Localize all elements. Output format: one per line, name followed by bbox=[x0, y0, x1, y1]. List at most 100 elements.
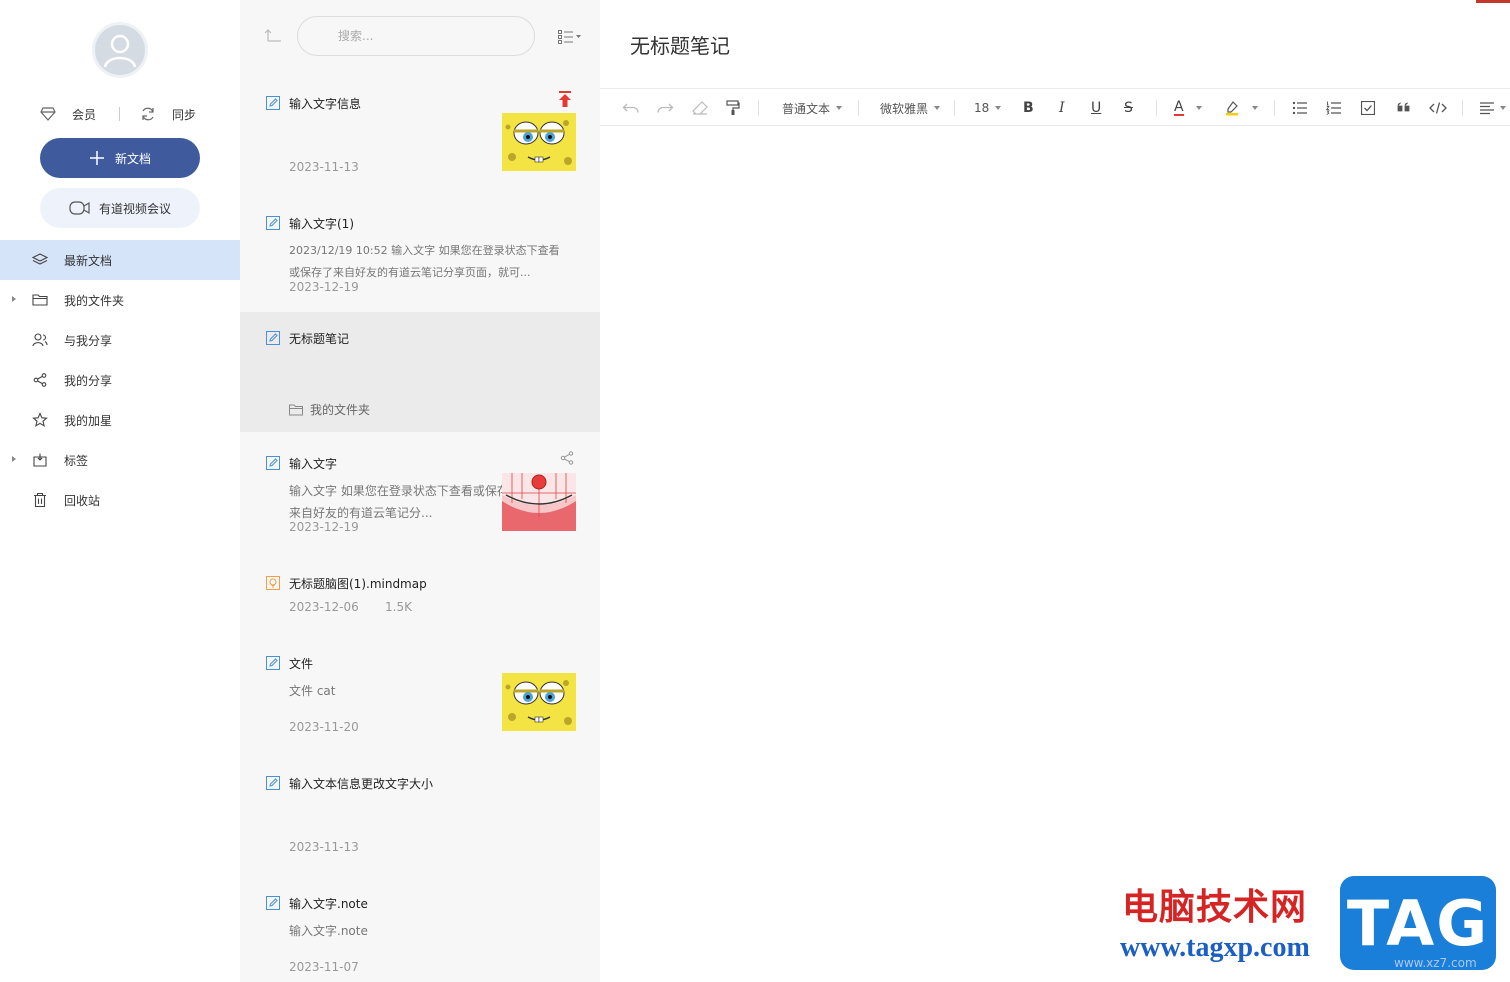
doc-date: 2023-12-06 bbox=[289, 600, 359, 614]
sidebar-item-my-folders[interactable]: 我的文件夹 bbox=[0, 280, 240, 320]
sync-button[interactable]: 同步 bbox=[140, 104, 196, 124]
doc-date: 2023-12-19 bbox=[289, 520, 359, 534]
new-doc-button[interactable]: 新文档 bbox=[40, 138, 200, 178]
doc-date: 2023-11-13 bbox=[289, 840, 359, 854]
font-color-button[interactable]: A bbox=[1174, 89, 1202, 127]
list-item[interactable]: 输入文字.note 输入文字.note 2023-11-07 bbox=[240, 880, 600, 982]
paragraph-style-select[interactable]: 普通文本 bbox=[782, 89, 843, 127]
diamond-icon bbox=[40, 107, 56, 121]
list-item[interactable]: 输入文字信息 2023-11-13 bbox=[240, 80, 600, 200]
sidebar-item-label: 我的分享 bbox=[64, 373, 113, 388]
new-doc-label: 新文档 bbox=[114, 151, 151, 166]
watermark-site-name: 电脑技术网 bbox=[1122, 886, 1308, 928]
chevron-down-icon bbox=[934, 106, 941, 110]
avatar[interactable] bbox=[92, 22, 148, 78]
sidebar-item-starred[interactable]: 我的加星 bbox=[0, 400, 240, 440]
font-size-value: 18 bbox=[974, 101, 990, 115]
checkbox-icon bbox=[1361, 101, 1375, 115]
underline-button[interactable]: U bbox=[1091, 89, 1101, 127]
note-title[interactable]: 无标题笔记 bbox=[630, 30, 730, 59]
expand-caret-icon[interactable] bbox=[12, 456, 16, 462]
numbered-list-button[interactable] bbox=[1326, 89, 1342, 127]
list-item[interactable]: 文件 文件 cat 2023-11-20 bbox=[240, 640, 600, 760]
note-icon bbox=[266, 216, 280, 230]
note-icon bbox=[266, 96, 280, 110]
sidebar-item-shared-with-me[interactable]: 与我分享 bbox=[0, 320, 240, 360]
expand-caret-icon[interactable] bbox=[12, 296, 16, 302]
sidebar-item-label: 回收站 bbox=[64, 493, 101, 508]
bold-button[interactable]: B bbox=[1023, 89, 1034, 127]
sidebar-item-recent[interactable]: 最新文档 bbox=[0, 240, 240, 280]
highlight-button[interactable] bbox=[1224, 89, 1258, 127]
strikethrough-icon: S bbox=[1124, 100, 1133, 116]
chevron-down-icon bbox=[1195, 106, 1202, 110]
numbered-list-icon bbox=[1326, 101, 1341, 115]
clear-format-button[interactable] bbox=[692, 89, 708, 127]
sidebar-item-label: 标签 bbox=[64, 453, 89, 468]
redo-button[interactable] bbox=[656, 89, 674, 127]
doc-snippet: 文件 cat bbox=[289, 684, 336, 698]
sidebar-item-label: 我的加星 bbox=[64, 413, 113, 428]
doc-folder: 我的文件夹 bbox=[289, 401, 370, 418]
align-left-icon bbox=[1480, 102, 1494, 115]
shared-icon bbox=[560, 451, 574, 465]
list-item[interactable]: 输入文本信息更改文字大小 2023-11-13 bbox=[240, 760, 600, 880]
list-view-toggle-icon[interactable] bbox=[558, 30, 582, 44]
note-editor: 无标题笔记 普通文本 微软雅黑 18 B I U S A bbox=[600, 0, 1510, 982]
paragraph-style-value: 普通文本 bbox=[782, 101, 831, 116]
divider bbox=[119, 107, 120, 121]
chevron-down-icon bbox=[1500, 106, 1506, 110]
note-icon bbox=[266, 776, 280, 790]
format-painter-icon bbox=[726, 100, 740, 115]
doc-snippet: 输入文字 如果您在登录状态下查看或保存了来自好友的有道云笔记分... bbox=[289, 484, 521, 520]
font-color-icon: A bbox=[1174, 99, 1184, 116]
doc-snippet: 输入文字.note bbox=[289, 924, 368, 938]
underline-icon: U bbox=[1091, 100, 1102, 116]
back-up-icon[interactable] bbox=[264, 28, 282, 42]
list-item[interactable]: 输入文字 输入文字 如果您在登录状态下查看或保存了来自好友的有道云笔记分... … bbox=[240, 440, 600, 560]
editor-content-area[interactable] bbox=[600, 127, 1510, 982]
italic-button[interactable]: I bbox=[1059, 89, 1065, 127]
doc-title: 文件 bbox=[289, 657, 314, 671]
doc-title: 输入文字 bbox=[289, 457, 338, 471]
user-icon bbox=[103, 34, 137, 68]
member-label: 会员 bbox=[72, 107, 97, 122]
sidebar-item-label: 与我分享 bbox=[64, 333, 113, 348]
checklist-button[interactable] bbox=[1361, 89, 1375, 127]
account-links: 会员 同步 bbox=[0, 104, 240, 124]
format-painter-button[interactable] bbox=[726, 89, 740, 127]
search-input[interactable] bbox=[297, 16, 535, 56]
sidebar-item-trash[interactable]: 回收站 bbox=[0, 480, 240, 520]
toolbar-divider bbox=[1156, 100, 1157, 116]
eraser-icon bbox=[692, 101, 708, 115]
align-button[interactable] bbox=[1480, 89, 1506, 127]
code-button[interactable] bbox=[1429, 89, 1447, 127]
doc-title: 无标题脑图(1).mindmap bbox=[289, 577, 427, 591]
trash-icon bbox=[34, 492, 46, 508]
chevron-down-icon bbox=[836, 106, 843, 110]
thumbnail-image bbox=[502, 673, 576, 731]
quote-button[interactable] bbox=[1397, 89, 1411, 127]
note-icon bbox=[266, 656, 280, 670]
font-family-select[interactable]: 微软雅黑 bbox=[880, 89, 941, 127]
member-link[interactable]: 会员 bbox=[40, 104, 96, 124]
strikethrough-button[interactable]: S bbox=[1124, 89, 1133, 127]
bullet-list-button[interactable] bbox=[1292, 89, 1308, 127]
bullet-list-icon bbox=[1292, 101, 1307, 115]
highlighter-icon bbox=[1226, 101, 1238, 116]
watermark-url: www.tagxp.com bbox=[1120, 932, 1310, 963]
toolbar-divider bbox=[1274, 100, 1275, 116]
sidebar-nav: 最新文档 我的文件夹 与我分享 我的分享 我的加星 标签 回收站 bbox=[0, 240, 240, 520]
toolbar-divider bbox=[1462, 100, 1463, 116]
list-item-selected[interactable]: 无标题笔记 我的文件夹 bbox=[240, 312, 600, 432]
sync-label: 同步 bbox=[172, 107, 197, 122]
tag-icon bbox=[33, 453, 47, 467]
pin-top-icon[interactable] bbox=[558, 91, 572, 107]
undo-icon bbox=[622, 103, 639, 113]
list-item[interactable]: 输入文字(1) 2023/12/19 10:52 输入文字 如果您在登录状态下查… bbox=[240, 200, 600, 320]
video-meeting-button[interactable]: 有道视频会议 bbox=[40, 188, 200, 228]
font-size-select[interactable]: 18 bbox=[974, 89, 1002, 127]
sidebar-item-my-shares[interactable]: 我的分享 bbox=[0, 360, 240, 400]
sidebar-item-tags[interactable]: 标签 bbox=[0, 440, 240, 480]
undo-button[interactable] bbox=[622, 89, 640, 127]
